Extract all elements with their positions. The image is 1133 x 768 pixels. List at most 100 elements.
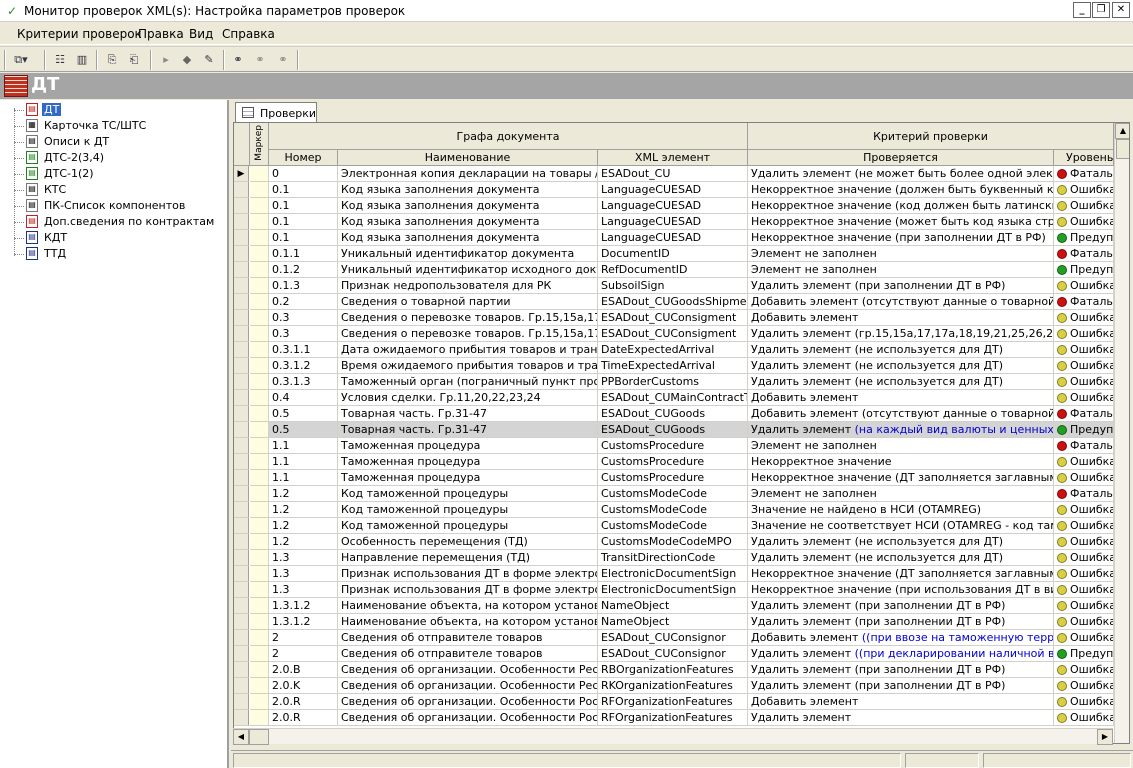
table-row[interactable]: 2.0.K Сведения об организации. Особенност… <box>234 678 1114 694</box>
cell-level[interactable]: Ошибка <box>1054 582 1114 598</box>
cell-num[interactable]: 1.3.1.2 <box>269 614 338 630</box>
marker-cell[interactable] <box>250 182 269 198</box>
cell-num[interactable]: 1.2 <box>269 518 338 534</box>
cell-xml[interactable]: ESADout_CUConsigment <box>598 310 748 326</box>
cell-level[interactable]: Предуп <box>1054 422 1114 438</box>
cell-name[interactable]: Наименование объекта, на котором установ… <box>338 598 598 614</box>
cell-xml[interactable]: ElectronicDocumentSign <box>598 566 748 582</box>
cell-num[interactable]: 1.2 <box>269 486 338 502</box>
cell-xml[interactable]: NameObject <box>598 614 748 630</box>
tree-item-ttd[interactable]: ▤ ТТД <box>26 246 68 262</box>
cell-name[interactable]: Товарная часть. Гр.31-47 <box>338 406 598 422</box>
tree-item-kts[interactable]: ▤ КТС <box>26 182 68 198</box>
menu-help[interactable]: Справка <box>222 27 275 41</box>
marker-cell[interactable] <box>250 166 269 182</box>
cell-level[interactable]: Ошибка <box>1054 502 1114 518</box>
table-row[interactable]: 2 Сведения об отправителе товаров ESADout_… <box>234 630 1114 646</box>
col-name-header[interactable]: Наименование <box>338 150 598 166</box>
export-icon[interactable]: ⎗ <box>125 51 143 69</box>
cell-num[interactable]: 1.3 <box>269 550 338 566</box>
cell-name[interactable]: Сведения об организации. Особенности Рос… <box>338 710 598 726</box>
cell-level[interactable]: Ошибка <box>1054 630 1114 646</box>
cell-level[interactable]: Предуп <box>1054 262 1114 278</box>
row-indicator[interactable] <box>234 374 249 390</box>
table-view-icon[interactable]: ▥ <box>73 51 91 69</box>
marker-cell[interactable] <box>250 486 269 502</box>
cell-name[interactable]: Код языка заполнения документа <box>338 230 598 246</box>
cell-level[interactable]: Ошибка <box>1054 470 1114 486</box>
row-indicator[interactable] <box>234 390 249 406</box>
marker-cell[interactable] <box>250 422 269 438</box>
col-xml-header[interactable]: XML элемент <box>598 150 748 166</box>
cell-level[interactable]: Ошибка <box>1054 662 1114 678</box>
menu-edit[interactable]: Правка <box>138 27 184 41</box>
row-indicator[interactable] <box>234 246 249 262</box>
table-row[interactable]: 1.3 Признак использования ДТ в форме элек… <box>234 582 1114 598</box>
marker-cell[interactable] <box>250 518 269 534</box>
marker-cell[interactable] <box>250 262 269 278</box>
row-indicator[interactable] <box>234 566 249 582</box>
table-row[interactable]: 0.5 Товарная часть. Гр.31-47 ESADout_CUGoo… <box>234 422 1114 438</box>
cell-name[interactable]: Сведения об организации. Особенности Рес… <box>338 678 598 694</box>
cell-level[interactable]: Ошибка <box>1054 278 1114 294</box>
cell-num[interactable]: 0.3 <box>269 310 338 326</box>
cell-num[interactable]: 0 <box>269 166 338 182</box>
scroll-up-icon[interactable]: ▲ <box>1115 123 1129 139</box>
cell-name[interactable]: Уникальный идентификатор документа <box>338 246 598 262</box>
marker-cell[interactable] <box>250 310 269 326</box>
cell-xml[interactable]: CustomsModeCode <box>598 502 748 518</box>
row-indicator[interactable] <box>234 694 249 710</box>
col-check-header[interactable]: Проверяется <box>748 150 1054 166</box>
cell-level[interactable]: Ошибка <box>1054 550 1114 566</box>
cell-name[interactable]: Дата ожидаемого прибытия товаров и транс… <box>338 342 598 358</box>
table-row[interactable]: 1.3 Признак использования ДТ в форме элек… <box>234 566 1114 582</box>
table-row[interactable]: 0.2 Сведения о товарной партии ESADout_CUG… <box>234 294 1114 310</box>
cell-num[interactable]: 0.1.2 <box>269 262 338 278</box>
cell-num[interactable]: 1.3.1.2 <box>269 598 338 614</box>
cell-level[interactable]: Ошибка <box>1054 326 1114 342</box>
table-row[interactable]: 1.1 Таможенная процедура CustomsProcedure Э… <box>234 438 1114 454</box>
row-indicator[interactable] <box>234 710 249 726</box>
marker-cell[interactable] <box>250 678 269 694</box>
cell-num[interactable]: 0.5 <box>269 422 338 438</box>
cell-num[interactable]: 0.1 <box>269 182 338 198</box>
cell-check[interactable]: Некорректное значение (ДТ заполняется за… <box>748 470 1054 486</box>
row-indicator[interactable] <box>234 534 249 550</box>
cell-name[interactable]: Признак недропользователя для РК <box>338 278 598 294</box>
marker-cell[interactable] <box>250 342 269 358</box>
cell-name[interactable]: Признак использования ДТ в форме электро… <box>338 582 598 598</box>
cell-level[interactable]: Ошибка <box>1054 198 1114 214</box>
cell-num[interactable]: 2.0.R <box>269 694 338 710</box>
cell-level[interactable]: Ошибка <box>1054 342 1114 358</box>
tab-checks[interactable]: Проверки <box>235 102 317 123</box>
row-indicator[interactable]: ▶ <box>234 166 249 182</box>
row-indicator[interactable] <box>234 326 249 342</box>
row-indicator[interactable] <box>234 422 249 438</box>
menu-view[interactable]: Вид <box>189 27 213 41</box>
cell-num[interactable]: 1.1 <box>269 438 338 454</box>
marker-cell[interactable] <box>250 278 269 294</box>
cell-xml[interactable]: CustomsProcedure <box>598 454 748 470</box>
row-indicator[interactable] <box>234 310 249 326</box>
cell-name[interactable]: Код языка заполнения документа <box>338 182 598 198</box>
cell-check[interactable]: Некорректное значение (при использования… <box>748 582 1054 598</box>
cell-level[interactable]: Ошибка <box>1054 374 1114 390</box>
cell-num[interactable]: 0.4 <box>269 390 338 406</box>
cell-name[interactable]: Признак использования ДТ в форме электро… <box>338 566 598 582</box>
table-row[interactable]: 1.1 Таможенная процедура CustomsProcedure Н… <box>234 470 1114 486</box>
cell-num[interactable]: 0.2 <box>269 294 338 310</box>
cell-check[interactable]: Удалить элемент (на каждый вид валюты и … <box>748 422 1054 438</box>
table-row[interactable]: 0.1 Код языка заполнения документа Languag… <box>234 230 1114 246</box>
marker-cell[interactable] <box>250 374 269 390</box>
table-row[interactable]: 2.0.B Сведения об организации. Особенност… <box>234 662 1114 678</box>
cell-check[interactable]: Некорректное значение (может быть код яз… <box>748 214 1054 230</box>
marker-cell[interactable] <box>250 566 269 582</box>
cell-name[interactable]: Таможенная процедура <box>338 470 598 486</box>
table-row[interactable]: 0.3 Сведения о перевозке товаров. Гр.15,1… <box>234 326 1114 342</box>
cell-name[interactable]: Сведения о перевозке товаров. Гр.15,15а,… <box>338 326 598 342</box>
tree-item-dts1[interactable]: ▤ ДТС-1(2) <box>26 166 96 182</box>
cell-level[interactable]: Фаталь <box>1054 246 1114 262</box>
row-indicator[interactable] <box>234 182 249 198</box>
cell-check[interactable]: Удалить элемент (при заполнении ДТ в РФ) <box>748 278 1054 294</box>
table-row[interactable]: 1.3.1.2 Наименование объекта, на котором … <box>234 598 1114 614</box>
